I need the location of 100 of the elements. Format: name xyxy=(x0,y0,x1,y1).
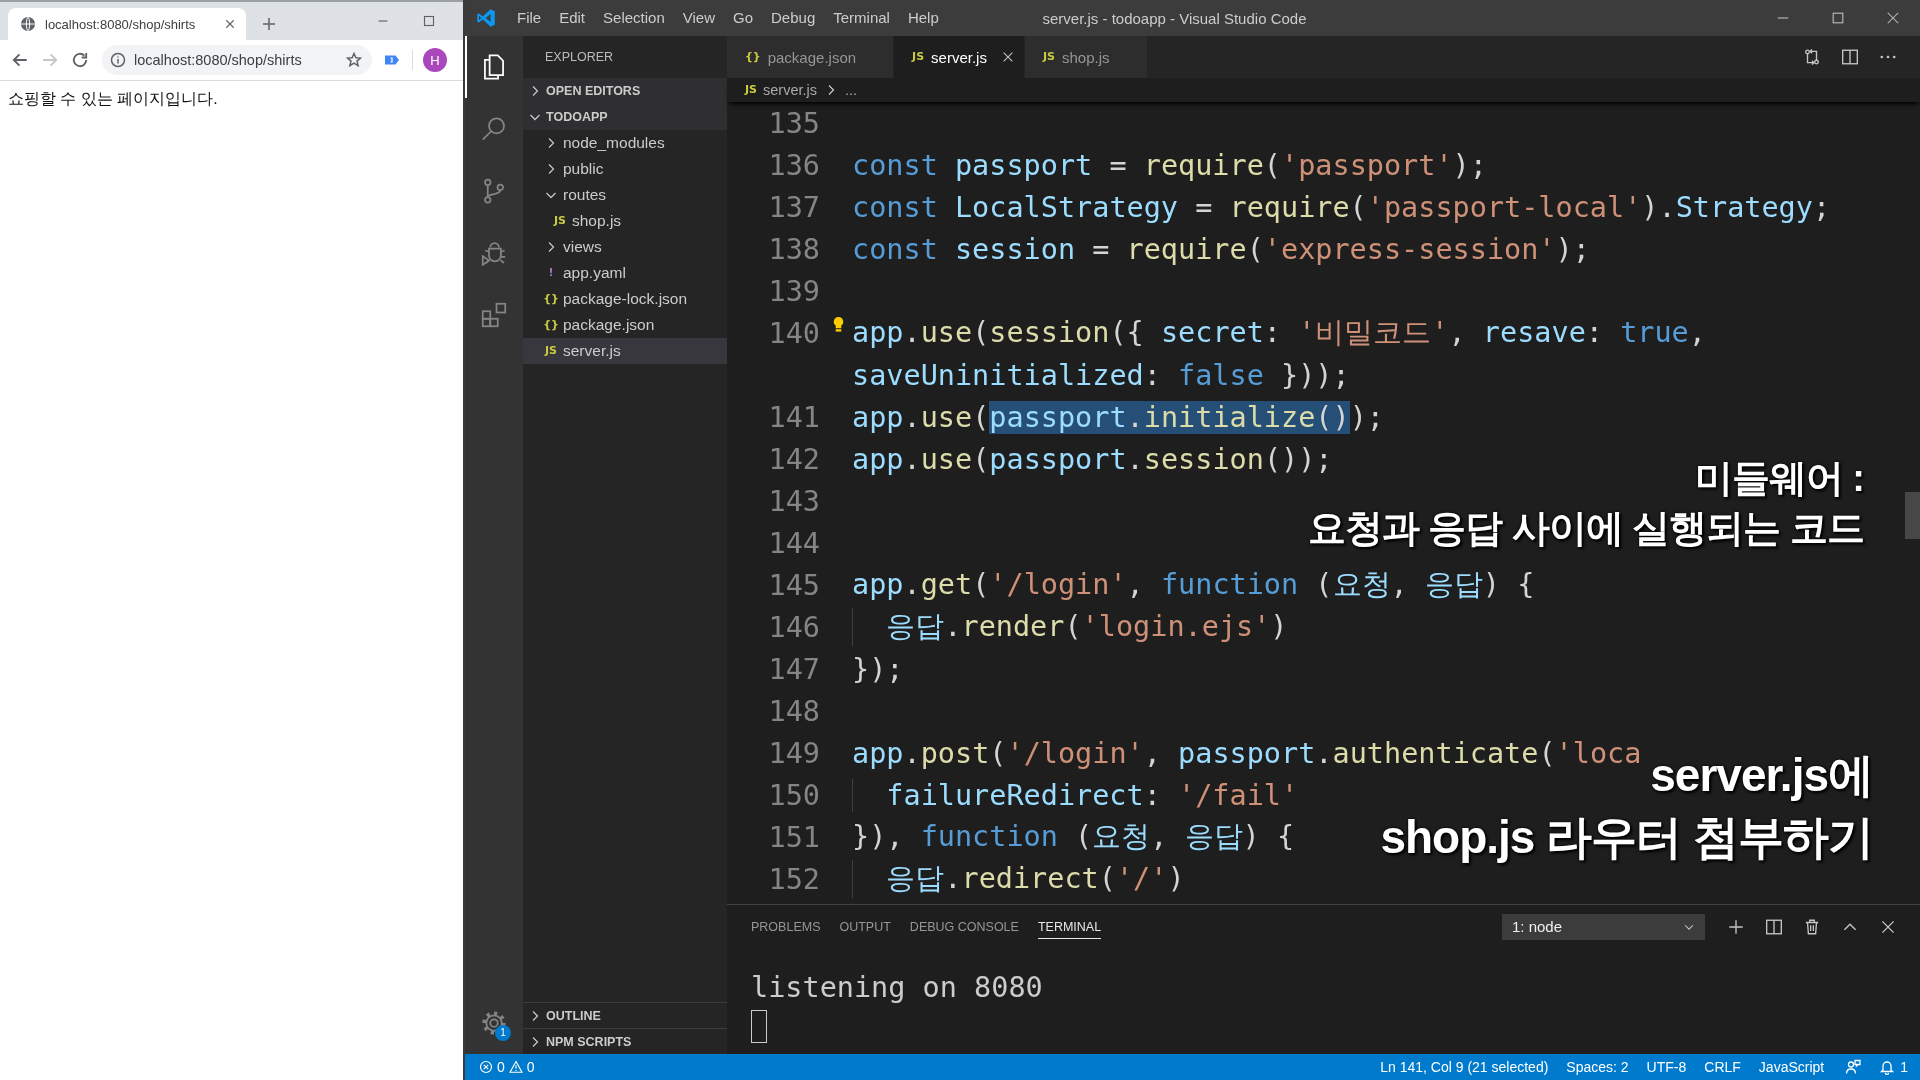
line-number: 149 xyxy=(767,736,820,770)
section-header[interactable]: OPEN EDITORS xyxy=(523,78,727,104)
scrollbar-thumb[interactable] xyxy=(1905,492,1920,539)
browser-tab[interactable]: localhost:8080/shop/shirts xyxy=(8,8,246,40)
reload-icon[interactable] xyxy=(71,51,89,69)
file-type-icon: JS xyxy=(745,83,757,97)
line-number: 148 xyxy=(767,694,820,728)
line-number: 136 xyxy=(767,148,820,182)
person-speech-icon[interactable] xyxy=(1845,1059,1862,1075)
info-icon[interactable] xyxy=(110,52,126,68)
plus-icon[interactable] xyxy=(261,16,277,32)
file-type-icon: {} xyxy=(543,318,559,332)
compare-changes-icon[interactable] xyxy=(1803,48,1821,66)
error-icon xyxy=(479,1060,493,1074)
file-tree-item[interactable]: {} package.json xyxy=(523,312,727,338)
line-number: 152 xyxy=(767,862,820,896)
code-editor-logo-icon xyxy=(476,8,496,28)
panel-tab[interactable]: TERMINAL xyxy=(1037,914,1102,939)
caption-text: server.js에 xyxy=(1650,748,1873,803)
menu-item[interactable]: Go xyxy=(724,0,762,36)
file-tree-item[interactable]: JS shop.js xyxy=(523,208,727,234)
line-number: 141 xyxy=(767,400,820,434)
split-editor-icon[interactable] xyxy=(1841,48,1859,66)
code-line: const LocalStrategy = require('passport-local').Strategy; xyxy=(852,190,1831,224)
profile-avatar[interactable]: H xyxy=(423,48,447,72)
code-line: app.use(session({ secret: '비밀코드', resave: true, xyxy=(852,315,1706,351)
settings-icon[interactable] xyxy=(479,1008,509,1038)
menu-item[interactable]: Debug xyxy=(762,0,825,36)
panel-tab[interactable]: DEBUG CONSOLE xyxy=(909,914,1019,939)
maximize-icon[interactable] xyxy=(423,15,435,27)
line-number: 137 xyxy=(767,190,820,224)
menu-item[interactable]: Selection xyxy=(594,0,674,36)
breadcrumb-item[interactable]: server.js xyxy=(763,82,817,98)
window-title: server.js - todoapp - Visual Studio Code xyxy=(1042,9,1307,27)
line-number: 150 xyxy=(767,778,820,812)
terminal-select[interactable]: 1: node xyxy=(1502,913,1705,940)
status-bar-item[interactable]: CRLF xyxy=(1695,1059,1750,1075)
panel-tab[interactable]: PROBLEMS xyxy=(751,914,821,939)
editor-tab[interactable]: JS shop.js xyxy=(1024,36,1148,78)
code-line: app.use(passport.initialize()); xyxy=(852,400,1384,434)
status-bar-item[interactable]: JavaScript xyxy=(1749,1059,1834,1075)
address-bar[interactable]: localhost:8080/shop/shirts xyxy=(102,45,372,75)
file-type-icon: {} xyxy=(745,50,761,64)
panel-tab[interactable]: OUTPUT xyxy=(839,914,891,939)
notifications-status[interactable]: 1 xyxy=(1871,1054,1920,1080)
menu-item[interactable]: Help xyxy=(898,0,948,36)
line-number: 146 xyxy=(767,610,820,644)
file-tree-item[interactable]: JS server.js xyxy=(523,338,727,364)
file-tree-item[interactable]: node_modules xyxy=(523,130,727,156)
code-line: const passport = require('passport'); xyxy=(852,148,1487,182)
code-line: saveUninitialized: false })); xyxy=(852,358,1350,392)
line-number: 139 xyxy=(767,274,820,308)
terminal-cursor xyxy=(751,1010,767,1043)
notification-badge: 1 xyxy=(495,1025,511,1041)
menu-item[interactable]: Edit xyxy=(550,0,595,36)
code-line: app.post('/login', passport.authenticate('loca xyxy=(852,736,1642,770)
extensions-icon xyxy=(479,300,509,330)
code-line: app.get('/login', function (요청, 응답) { xyxy=(852,567,1535,603)
section-header[interactable]: TODOAPP xyxy=(523,104,727,130)
breadcrumb-item[interactable]: ... xyxy=(845,82,858,98)
star-icon[interactable] xyxy=(346,52,362,68)
line-number: 135 xyxy=(767,106,820,140)
caption-text: shop.js 라우터 첨부하기 xyxy=(1380,810,1873,865)
status-bar-item[interactable]: Ln 141, Col 9 (21 selected) xyxy=(1371,1059,1558,1075)
lightbulb-icon[interactable] xyxy=(831,316,846,335)
problems-status[interactable]: 0 0 xyxy=(465,1054,543,1080)
file-tree-item[interactable]: views xyxy=(523,234,727,260)
close-icon[interactable] xyxy=(1885,11,1900,25)
line-number: 145 xyxy=(767,568,820,602)
file-type-icon: JS xyxy=(545,344,557,358)
trash-icon[interactable] xyxy=(1803,917,1821,936)
editor-tab[interactable]: {} package.json xyxy=(727,36,895,78)
caption-text: 미들웨어 : xyxy=(1694,456,1864,501)
back-arrow-icon[interactable] xyxy=(11,51,29,69)
file-tree-item[interactable]: ! app.yaml xyxy=(523,260,727,286)
file-tree-item[interactable]: routes xyxy=(523,182,727,208)
line-number: 144 xyxy=(767,526,820,560)
close-icon[interactable] xyxy=(224,18,236,30)
file-type-icon: {} xyxy=(543,292,559,306)
line-number: 142 xyxy=(767,442,820,476)
line-number: 147 xyxy=(767,652,820,686)
status-bar-item[interactable]: Spaces: 2 xyxy=(1557,1059,1638,1075)
terminal-output: listening on 8080 xyxy=(751,970,1043,1006)
menu-item[interactable]: Terminal xyxy=(824,0,899,36)
sidebar-title: EXPLORER xyxy=(545,50,614,64)
bell-icon xyxy=(1879,1059,1896,1075)
line-number: 138 xyxy=(767,232,820,266)
status-bar-item[interactable]: UTF-8 xyxy=(1637,1059,1696,1075)
editor-tab[interactable]: JS server.js xyxy=(894,36,1025,78)
menu-item[interactable]: View xyxy=(673,0,724,36)
file-tree-item[interactable]: {} package-lock.json xyxy=(523,286,727,312)
code-line: app.use(passport.session()); xyxy=(852,442,1333,476)
file-tree-item[interactable]: public xyxy=(523,156,727,182)
line-number: 143 xyxy=(767,484,820,518)
split-terminal-icon[interactable] xyxy=(1765,917,1783,936)
file-type-icon: JS xyxy=(1042,50,1055,64)
maximize-icon[interactable] xyxy=(1830,11,1845,25)
menu-item[interactable]: File xyxy=(508,0,551,36)
plus-icon[interactable] xyxy=(1727,917,1745,936)
code-line: failureRedirect: '/fail' xyxy=(852,778,1299,812)
